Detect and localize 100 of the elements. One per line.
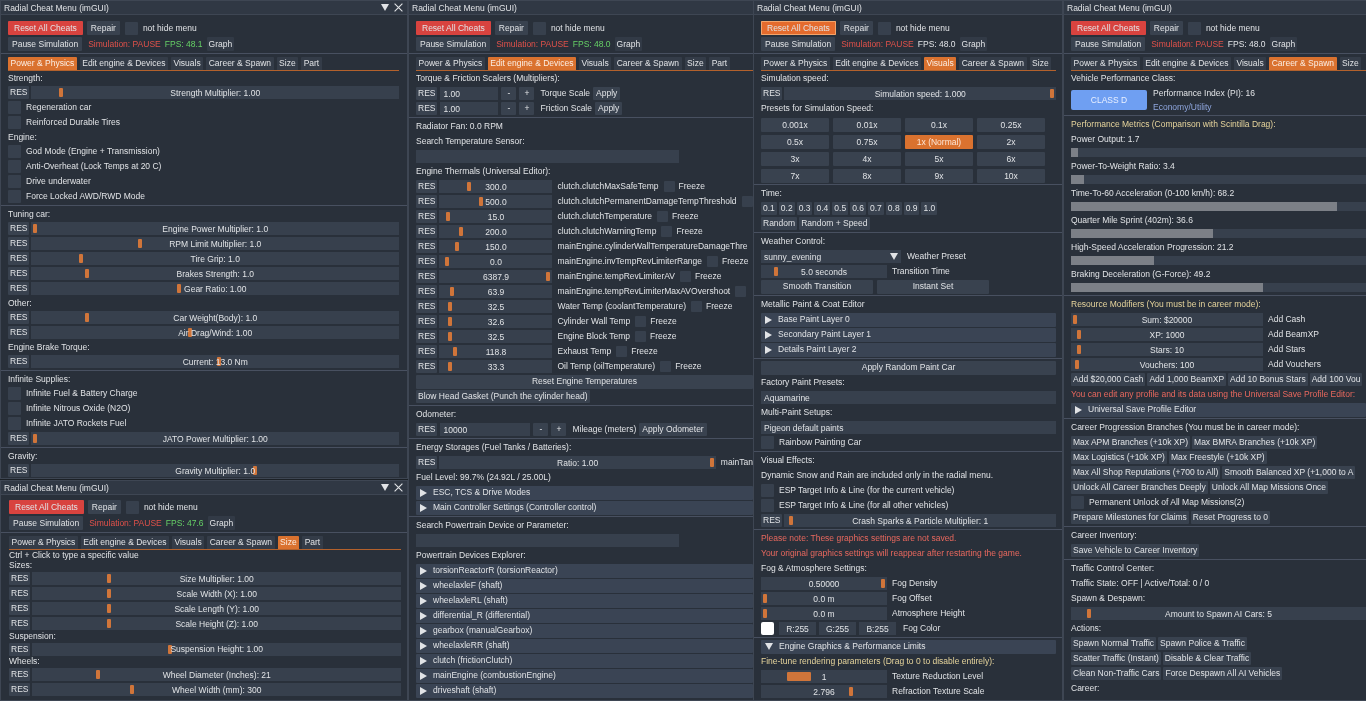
- slider-thumb[interactable]: [789, 516, 794, 525]
- slider-thumb[interactable]: [177, 284, 182, 293]
- action-button[interactable]: Random: [761, 217, 798, 230]
- reset-button[interactable]: RES: [761, 87, 783, 100]
- action-button[interactable]: Unlock All Map Missions Once: [1209, 481, 1329, 494]
- apply-button[interactable]: Apply: [593, 87, 621, 100]
- slider-thumb[interactable]: [709, 458, 714, 467]
- action-button[interactable]: Clean Non-Traffic Cars: [1071, 667, 1162, 680]
- preset-button[interactable]: 5x: [905, 152, 973, 166]
- checkbox-label[interactable]: Infinite Nitrous Oxide (N2O): [26, 403, 131, 414]
- collapsing-header[interactable]: differential_R (differential): [416, 608, 753, 623]
- reset-button[interactable]: Reset All Cheats: [8, 21, 83, 35]
- collapsing-header[interactable]: Secondary Paint Layer 1: [761, 327, 1056, 342]
- graph-button[interactable]: Graph: [206, 37, 235, 51]
- preset-button[interactable]: 2x: [977, 135, 1045, 149]
- preset-button[interactable]: 6x: [977, 152, 1045, 166]
- apply-button[interactable]: Apply: [595, 102, 623, 115]
- tab[interactable]: Power & Physics: [9, 536, 78, 549]
- preset-button[interactable]: 9x: [905, 169, 973, 183]
- minus-button[interactable]: -: [533, 423, 549, 436]
- preset-button[interactable]: 0.75x: [833, 135, 901, 149]
- slider[interactable]: Brakes Strength: 1.0: [31, 267, 399, 280]
- slider[interactable]: Scale Width (X): 1.00: [32, 587, 401, 600]
- action-button[interactable]: 0.6: [850, 202, 866, 215]
- tab[interactable]: Edit engine & Devices: [80, 536, 169, 549]
- action-button[interactable]: 0.2: [778, 202, 795, 215]
- action-button[interactable]: 0.5: [832, 202, 849, 215]
- action-button[interactable]: Random + Speed: [799, 217, 870, 230]
- slider-thumb[interactable]: [85, 313, 90, 322]
- tab[interactable]: Part: [709, 57, 730, 70]
- checkbox-label[interactable]: not hide menu: [142, 22, 197, 34]
- checkbox-label[interactable]: Reinforced Durable Tires: [26, 117, 120, 128]
- slider-thumb[interactable]: [546, 272, 551, 281]
- slider-thumb[interactable]: [447, 362, 452, 371]
- checkbox-label[interactable]: Freeze: [650, 316, 677, 327]
- preset-button[interactable]: 0.01x: [833, 118, 901, 132]
- slider-thumb[interactable]: [106, 604, 111, 613]
- tab[interactable]: Visuals: [170, 57, 204, 70]
- collapsing-header[interactable]: Universal Save Profile Editor: [1071, 402, 1366, 417]
- slider-thumb[interactable]: [763, 594, 767, 603]
- collapsing-header[interactable]: gearbox (manualGearbox): [416, 623, 753, 638]
- checkbox-label[interactable]: Freeze: [722, 256, 749, 267]
- slider[interactable]: Gear Ratio: 1.00: [31, 282, 399, 295]
- reset-button[interactable]: RES: [416, 255, 438, 268]
- action-button[interactable]: 1.0: [921, 202, 938, 215]
- checkbox-label[interactable]: Permanent Unlock of All Map Missions(2): [1089, 497, 1245, 508]
- graph-button[interactable]: Graph: [207, 516, 236, 530]
- tab[interactable]: Visuals: [578, 57, 612, 70]
- tab[interactable]: Power & Physics: [416, 57, 485, 70]
- reset-button[interactable]: RES: [8, 432, 30, 445]
- checkbox-label[interactable]: Rainbow Painting Car: [779, 437, 862, 448]
- value-input[interactable]: 1.00: [440, 102, 499, 115]
- action-button[interactable]: Max Logistics (+10k XP): [1071, 451, 1167, 464]
- preset-button[interactable]: 3x: [761, 152, 829, 166]
- checkbox-label[interactable]: God Mode (Engine + Transmission): [26, 146, 160, 157]
- slider[interactable]: Size Multiplier: 1.00: [32, 572, 401, 585]
- checkbox-label[interactable]: Freeze: [676, 226, 703, 237]
- action-button[interactable]: 0.8: [885, 202, 902, 215]
- slider-thumb[interactable]: [447, 302, 452, 311]
- slider[interactable]: 2.796: [761, 685, 887, 698]
- collapsing-header[interactable]: mainEngine (combustionEngine): [416, 668, 753, 683]
- checkbox-label[interactable]: Freeze: [678, 181, 706, 192]
- tab[interactable]: Part: [302, 536, 323, 549]
- tab[interactable]: Career & Spawn: [614, 57, 682, 70]
- tab[interactable]: Size: [684, 57, 707, 70]
- collapsing-header[interactable]: torsionReactorR (torsionReactor): [416, 563, 753, 578]
- checkbox-label[interactable]: Freeze: [631, 346, 658, 357]
- slider[interactable]: 150.0: [439, 240, 553, 253]
- slider[interactable]: 33.3: [439, 360, 553, 373]
- color-swatch[interactable]: [761, 622, 774, 635]
- color-channel-field[interactable]: G:255: [819, 622, 856, 635]
- slider[interactable]: XP: 1000: [1071, 328, 1263, 341]
- slider-thumb[interactable]: [130, 685, 134, 694]
- slider-thumb[interactable]: [455, 242, 460, 251]
- tab[interactable]: Size: [276, 57, 299, 70]
- slider-thumb[interactable]: [95, 670, 100, 679]
- slider[interactable]: Scale Length (Y): 1.00: [32, 602, 401, 615]
- tab[interactable]: Part: [301, 57, 322, 70]
- action-button[interactable]: Prepare Milestones for Claims: [1071, 511, 1189, 524]
- close-icon[interactable]: [394, 483, 403, 492]
- reset-button[interactable]: RES: [8, 86, 30, 99]
- slider-thumb[interactable]: [85, 269, 90, 278]
- reset-button[interactable]: RES: [761, 514, 783, 527]
- action-button[interactable]: Instant Set: [877, 279, 989, 294]
- slider-thumb[interactable]: [106, 619, 111, 628]
- reset-button[interactable]: RES: [9, 642, 31, 656]
- slider[interactable]: 32.5: [439, 300, 553, 313]
- slider[interactable]: 0.0: [439, 255, 553, 268]
- graph-button[interactable]: Graph: [1269, 37, 1298, 51]
- checkbox-label[interactable]: Regeneration car: [26, 102, 92, 113]
- pause-button[interactable]: Pause Simulation: [1071, 37, 1146, 51]
- pause-button[interactable]: Pause Simulation: [416, 37, 491, 51]
- action-button[interactable]: Unlock All Career Branches Deeply: [1071, 481, 1208, 494]
- slider[interactable]: Crash Sparks & Particle Multiplier: 1: [784, 514, 1056, 527]
- close-icon[interactable]: [394, 3, 403, 12]
- color-channel-field[interactable]: R:255: [779, 622, 816, 635]
- slider[interactable]: 118.8: [439, 345, 553, 358]
- slider-thumb[interactable]: [137, 239, 142, 248]
- reset-button[interactable]: RES: [416, 270, 438, 283]
- checkbox-label[interactable]: Infinite JATO Rockets Fuel: [26, 418, 127, 429]
